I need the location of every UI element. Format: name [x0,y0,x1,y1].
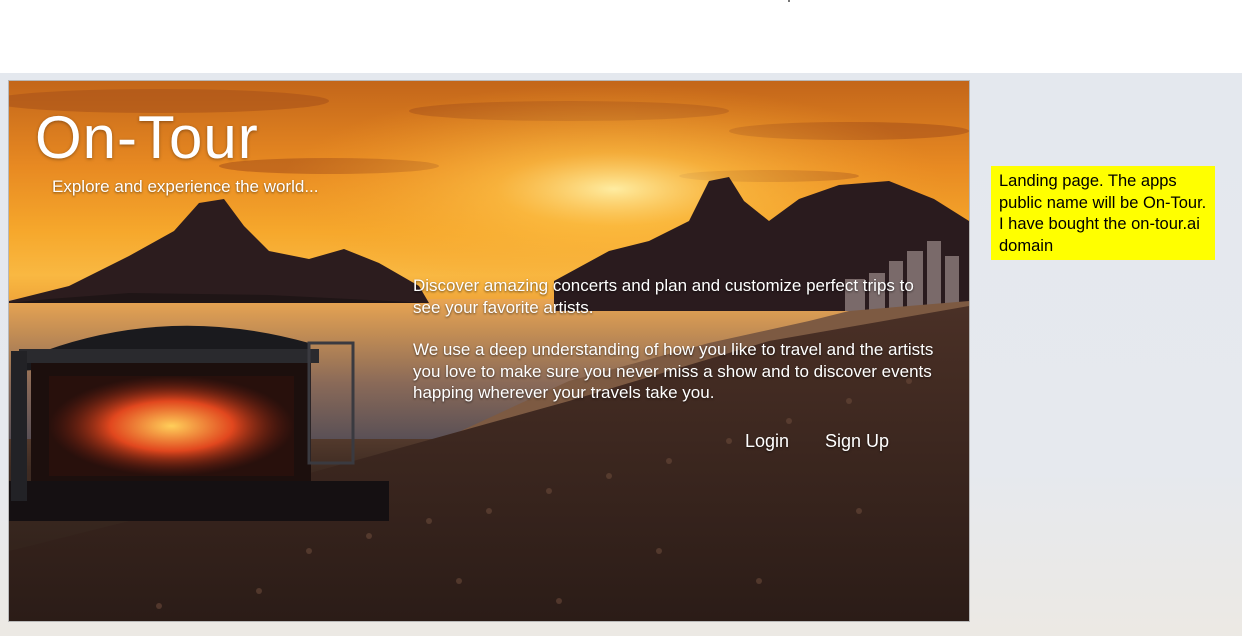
login-link[interactable]: Login [745,431,789,452]
brand-tagline: Explore and experience the world... [52,177,319,196]
brand-title: On-Tour [35,104,259,171]
sign-up-link[interactable]: Sign Up [825,431,889,452]
top-strip [0,0,1242,73]
hero-slide: On-Tour Explore and experience the world… [8,80,970,622]
intro-text: Discover amazing concerts and plan and c… [413,275,941,425]
sticky-note: Landing page. The apps public name will … [991,166,1215,260]
top-dot [788,0,790,2]
intro-paragraph-discover: Discover amazing concerts and plan and c… [413,276,914,317]
intro-paragraph-understanding: We use a deep understanding of how you l… [413,340,934,402]
